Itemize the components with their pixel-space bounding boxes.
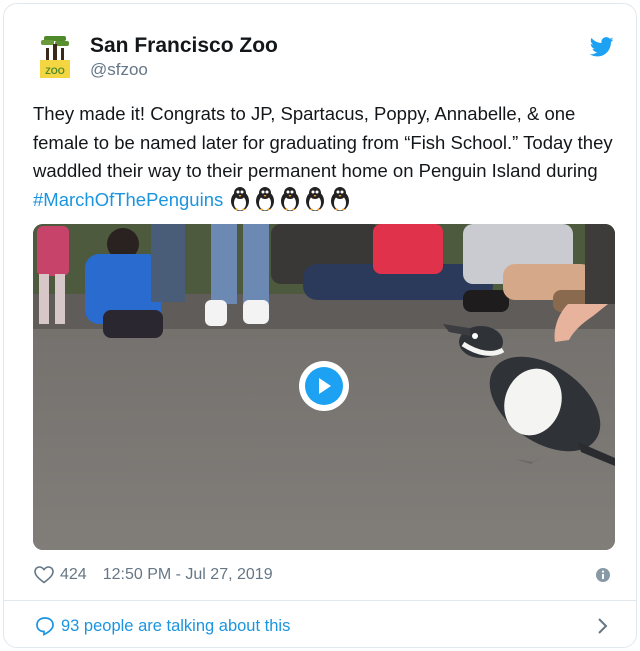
- hashtag-link[interactable]: #MarchOfThePenguins: [33, 189, 223, 210]
- penguin-icon: [306, 186, 325, 211]
- penguin-icon: [256, 186, 275, 211]
- tweet-card[interactable]: ZOO San Francisco Zoo @sfzoo They made i…: [3, 3, 637, 648]
- conversation-link[interactable]: 93 people are talking about this: [35, 616, 290, 636]
- penguin-icon: [331, 186, 350, 211]
- divider: [4, 600, 636, 601]
- account-handle[interactable]: @sfzoo: [90, 60, 148, 80]
- twitter-bird-icon[interactable]: [590, 37, 614, 57]
- penguin-icon: [231, 186, 250, 211]
- play-button[interactable]: [299, 361, 349, 411]
- play-icon: [305, 367, 343, 405]
- tweet-meta: 424 12:50 PM - Jul 27, 2019: [34, 566, 273, 584]
- info-icon[interactable]: [595, 567, 611, 583]
- chevron-right-icon[interactable]: [596, 617, 608, 635]
- like-count[interactable]: 424: [60, 566, 87, 584]
- speech-bubble-icon: [36, 617, 54, 636]
- logo-text: ZOO: [45, 66, 65, 76]
- conversation-label: 93 people are talking about this: [61, 616, 291, 635]
- sf-zoo-logo[interactable]: ZOO: [40, 34, 70, 78]
- penguin-icon: [281, 186, 300, 211]
- video-player[interactable]: [33, 224, 615, 550]
- heart-icon[interactable]: [34, 566, 54, 584]
- account-name[interactable]: San Francisco Zoo: [90, 34, 278, 58]
- tweet-timestamp[interactable]: 12:50 PM - Jul 27, 2019: [103, 566, 273, 584]
- tweet-text: They made it! Congrats to JP, Spartacus,…: [33, 100, 623, 220]
- tweet-body: They made it! Congrats to JP, Spartacus,…: [33, 103, 613, 181]
- penguin-emoji-row: [229, 186, 354, 221]
